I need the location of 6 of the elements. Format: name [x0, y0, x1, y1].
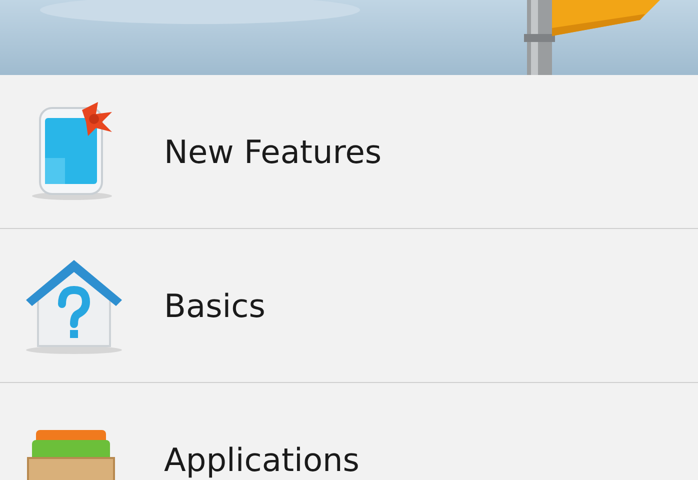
list-item[interactable]: Basics: [0, 229, 698, 383]
list-item[interactable]: New Features: [0, 75, 698, 229]
item-label: New Features: [164, 136, 382, 168]
item-label: Applications: [164, 444, 360, 476]
list-item[interactable]: Applications: [0, 383, 698, 480]
item-label: Basics: [164, 290, 266, 322]
